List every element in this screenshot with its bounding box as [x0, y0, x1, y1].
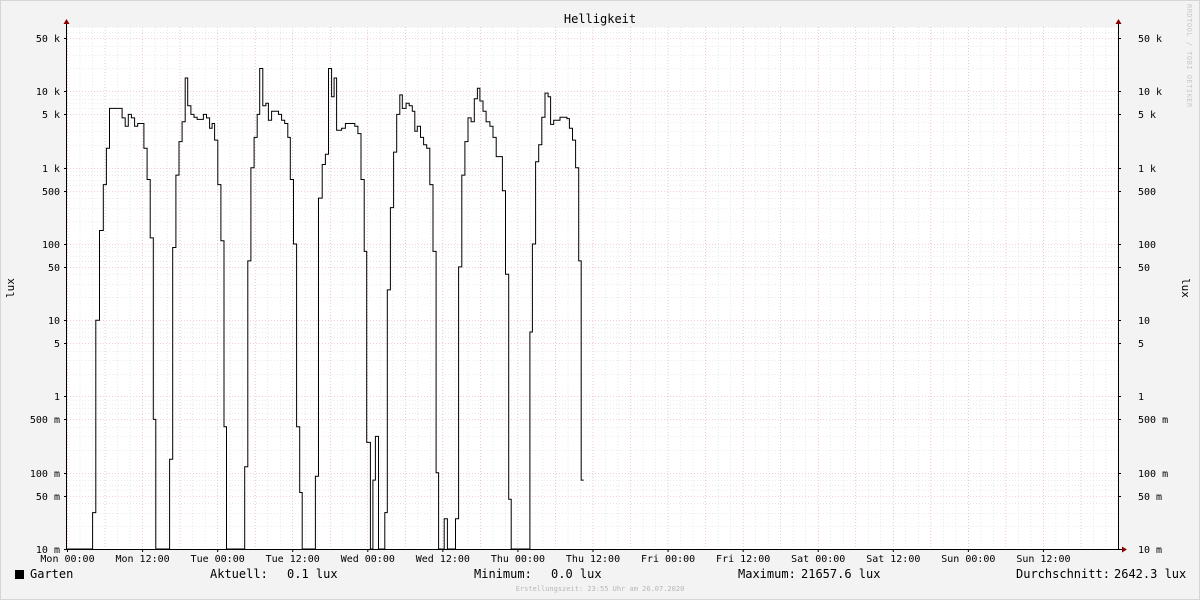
x-tick-label: Fri 12:00: [716, 554, 770, 565]
legend-current-value: 0.1 lux: [287, 567, 338, 581]
chart-title: Helligkeit: [564, 12, 636, 26]
y-tick-label-left: 5 k: [42, 110, 60, 121]
plot-area: [67, 27, 1118, 549]
x-tick-label: Thu 00:00: [491, 554, 545, 565]
y-tick-label-right: 10: [1138, 316, 1150, 327]
legend-series-name: Garten: [30, 567, 74, 581]
legend-avg-label: Durchschnitt:: [1016, 567, 1110, 581]
legend-swatch: [15, 570, 24, 579]
y-tick-label-left: 50 m: [36, 492, 60, 503]
y-tick-label-right: 500: [1138, 187, 1156, 198]
legend-avg-value: 2642.3 lux: [1114, 567, 1187, 581]
x-tick-label: Sat 12:00: [866, 554, 920, 565]
x-axis-arrow: [1122, 546, 1127, 553]
x-tick-label: Wed 12:00: [416, 554, 470, 565]
x-tick-label: Sat 00:00: [791, 554, 845, 565]
x-tick-label: Tue 00:00: [191, 554, 245, 565]
y-axis-arrow-right: [1115, 19, 1122, 24]
legend-min-label: Minimum:: [474, 567, 532, 581]
legend-current-label: Aktuell:: [210, 567, 268, 581]
y-tick-label-right: 50 k: [1138, 34, 1162, 45]
legend-min-value: 0.0 lux: [551, 567, 602, 581]
y-tick-label-right: 1: [1138, 392, 1144, 403]
legend-max-label: Maximum:: [738, 567, 796, 581]
y-tick-label-right: 500 m: [1138, 415, 1168, 426]
x-tick-label: Thu 12:00: [566, 554, 620, 565]
x-tick-label: Sun 00:00: [941, 554, 995, 565]
y-axis-label-right: lux: [1179, 278, 1192, 298]
y-tick-label-left: 1: [54, 392, 60, 403]
y-tick-label-right: 10 k: [1138, 87, 1162, 98]
y-tick-label-left: 50: [48, 263, 60, 274]
legend-max-value: 21657.6 lux: [801, 567, 881, 581]
x-tick-label: Mon 12:00: [115, 554, 169, 565]
rrdtool-watermark: RRDTOOL / TOBI OETIKER: [1185, 4, 1193, 108]
y-axis-arrow-left: [63, 19, 70, 24]
x-tick-label: Tue 12:00: [266, 554, 320, 565]
x-tick-label: Mon 00:00: [40, 554, 94, 565]
y-tick-label-right: 10 m: [1138, 545, 1162, 556]
y-tick-label-left: 10: [48, 316, 60, 327]
y-tick-label-right: 50 m: [1138, 492, 1162, 503]
x-tick-label: Sun 12:00: [1016, 554, 1070, 565]
creation-timestamp: Erstellungszeit: 23:55 Uhr am 26.07.2020: [515, 585, 685, 593]
y-tick-label-left: 5: [54, 339, 60, 350]
y-tick-label-right: 1 k: [1138, 164, 1156, 175]
x-tick-label: Fri 00:00: [641, 554, 695, 565]
y-tick-label-left: 50 k: [36, 34, 60, 45]
y-tick-label-right: 100 m: [1138, 469, 1168, 480]
y-tick-label-left: 100: [42, 240, 60, 251]
y-axis-label-left: lux: [4, 278, 17, 298]
x-tick-label: Wed 00:00: [341, 554, 395, 565]
y-tick-label-left: 10 k: [36, 87, 60, 98]
y-tick-label-right: 5: [1138, 339, 1144, 350]
y-tick-label-right: 50: [1138, 263, 1150, 274]
brightness-chart: 50 k 50 k 10 k 10 k 5 k 5 k 1 k 1 k 500 500 100 100…: [4, 12, 1192, 565]
y-tick-label-left: 500 m: [30, 415, 60, 426]
y-tick-label-right: 5 k: [1138, 110, 1156, 121]
y-tick-label-left: 500: [42, 187, 60, 198]
y-tick-label-right: 100: [1138, 240, 1156, 251]
y-tick-label-left: 100 m: [30, 469, 60, 480]
y-tick-label-left: 1 k: [42, 164, 60, 175]
